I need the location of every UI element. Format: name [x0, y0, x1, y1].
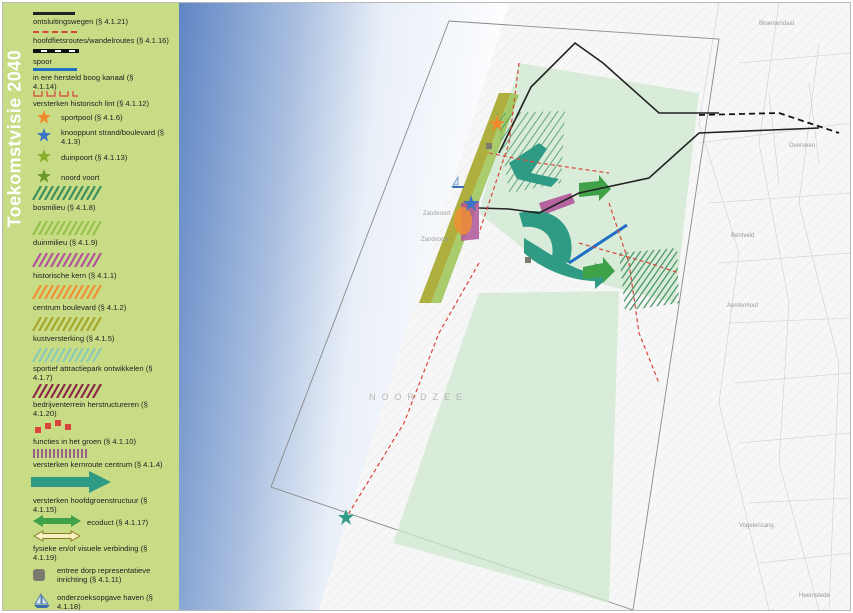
star-icon: [37, 128, 51, 142]
place-label: Heemstede: [799, 593, 830, 599]
hatch-band-icon: [32, 253, 102, 267]
star-icon: [37, 149, 51, 163]
legend-label: onderzoeksopgave haven (§ 4.1.18): [57, 593, 153, 611]
canal-line-icon: [33, 68, 77, 71]
map-area: NOORDZEE Zandvoort Zandvoort Bloemendaal…: [179, 3, 850, 610]
legend-label: ecoduct (§ 4.1.17): [87, 518, 149, 527]
legend-label: versterken historisch lint (§ 4.1.12): [33, 99, 150, 108]
legend-panel: Toekomstvisie 2040 ontsluitingswegen (§ …: [3, 3, 179, 610]
legend-label: sportief attractiepark ontwikkelen (§ 4.…: [33, 364, 153, 382]
grey-square-icon: [33, 569, 45, 581]
hatch-band-icon: [32, 317, 102, 331]
boulevard-center: [454, 207, 472, 235]
legend-label: ontsluitingswegen (§ 4.1.21): [33, 17, 128, 26]
hatch-band-icon: [32, 285, 102, 299]
legend-label: entree dorp representatieve inrichting (…: [57, 566, 151, 584]
legend-label: versterken hoofdgroenstructuur (§ 4.1.15…: [33, 496, 148, 514]
place-label: Bloemendaal: [759, 21, 795, 27]
legend-label: centrum boulevard (§ 4.1.2): [33, 303, 127, 312]
road-line-icon: [33, 12, 75, 15]
title-band: Toekomstvisie 2040: [3, 3, 27, 233]
sea-label: NOORDZEE: [369, 392, 469, 402]
place-label: Aerdenhout: [727, 303, 759, 309]
place-label: Overveen: [789, 143, 816, 149]
legend-label: bedrijventerrein herstructureren (§ 4.1.…: [33, 400, 148, 418]
outline-double-arrow-icon: [33, 530, 81, 542]
legend-label: sportpool (§ 4.1.6): [61, 113, 123, 122]
map-figure: Toekomstvisie 2040 ontsluitingswegen (§ …: [2, 2, 851, 611]
dashed-route-icon: [33, 31, 77, 33]
legend-label: in ere hersteld boog kanaal (§ 4.1.14): [33, 73, 134, 91]
double-arrow-icon: [33, 515, 81, 527]
legend-label: duinpoort (§ 4.1.13): [61, 153, 128, 162]
sailboat-icon: [34, 593, 50, 608]
star-icon: [37, 110, 51, 124]
entree-square: [486, 143, 492, 149]
purple-comb-icon: [33, 449, 87, 458]
entree-square: [525, 257, 531, 263]
lint-bracket-icon: [33, 91, 78, 97]
map-title: Toekomstvisie 2040: [4, 49, 25, 228]
legend-label: hoofdfietsroutes/wandelroutes (§ 4.1.16): [33, 36, 169, 45]
legend-label: functies in het groen (§ 4.1.10): [33, 437, 137, 446]
legend-label: fysieke en/of visuele verbinding (§ 4.1.…: [33, 544, 148, 562]
hatch-band-icon: [32, 221, 102, 235]
legend-label: versterken kernroute centrum (§ 4.1.4): [33, 460, 163, 469]
place-label: Vogelenzang: [739, 523, 774, 529]
legend-label: bosmilieu (§ 4.1.8): [33, 203, 96, 212]
red-squares-icon: [35, 420, 71, 433]
place-label: Zandvoort: [423, 211, 451, 217]
big-arrow-icon: [31, 471, 111, 493]
legend-label: noord voort: [61, 173, 100, 182]
place-label: Bentveld: [731, 233, 755, 239]
hatch-band-icon: [32, 186, 102, 200]
place-label: Zandvoort: [421, 237, 449, 243]
legend-label: spoor: [33, 57, 52, 66]
legend-label: kustversterking (§ 4.1.5): [33, 334, 115, 343]
legend-label: knooppunt strand/boulevard (§ 4.1.3): [61, 128, 165, 146]
hatch-band-icon: [32, 348, 102, 362]
star-icon: [37, 169, 51, 183]
legend-label: historische kern (§ 4.1.1): [33, 271, 117, 280]
hatch-band-icon: [32, 384, 102, 398]
rail-line-icon: [33, 49, 79, 53]
legend-label: duinmilieu (§ 4.1.9): [33, 238, 98, 247]
